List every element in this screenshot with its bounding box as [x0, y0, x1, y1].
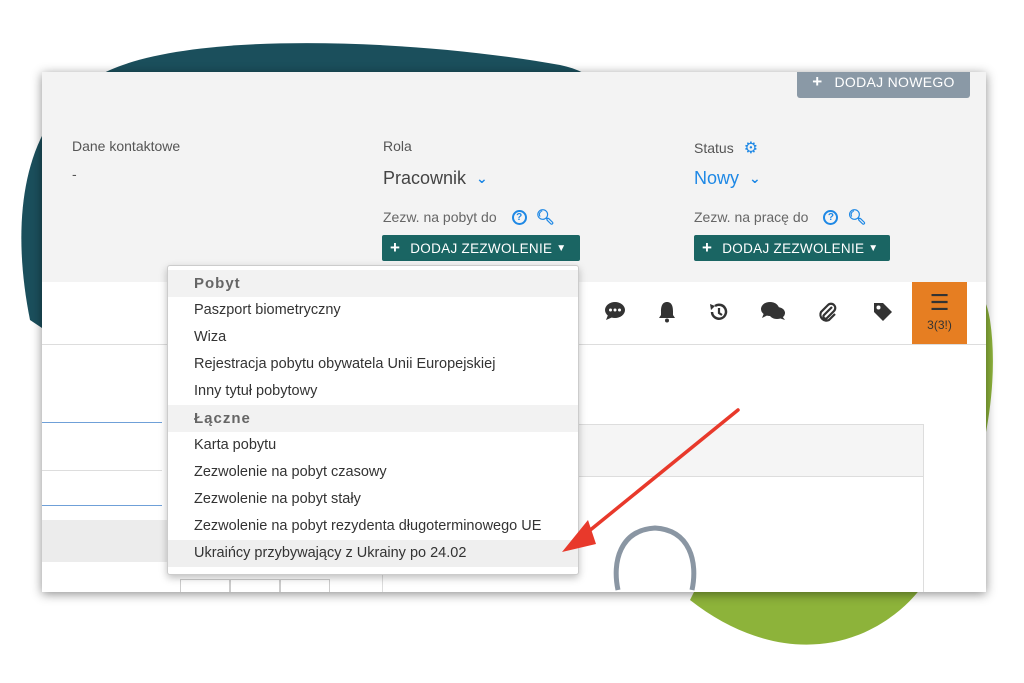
pointer-arrow	[562, 408, 740, 552]
